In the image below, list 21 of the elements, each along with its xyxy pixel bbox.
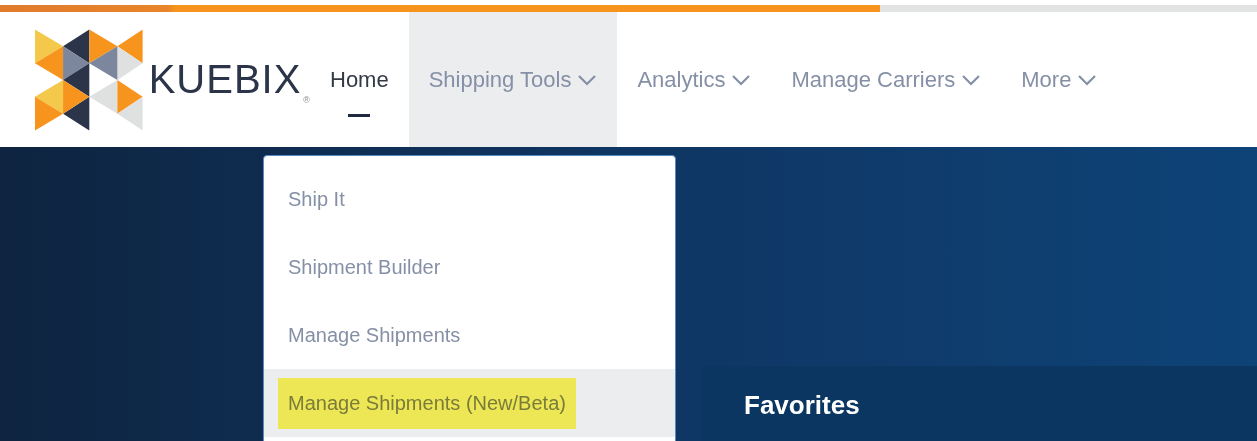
chevron-down-icon <box>961 73 982 86</box>
chevron-down-icon <box>1077 73 1098 86</box>
menu-item[interactable]: Manage Shipments <box>264 301 675 369</box>
nav-item[interactable]: More <box>1001 12 1118 147</box>
highlighted-label: Manage Shipments (New/Beta) <box>278 377 576 429</box>
menu-item[interactable]: Shipment Builder <box>264 233 675 301</box>
menu-item[interactable]: Ship It <box>264 165 675 233</box>
menu-label: Ship It <box>288 187 345 211</box>
active-underline <box>348 114 371 117</box>
nav-item[interactable]: Manage Carriers <box>771 12 1002 147</box>
registered-mark: ® <box>303 95 310 105</box>
chevron-down-icon <box>731 73 752 86</box>
nav-item[interactable]: Analytics <box>617 12 772 147</box>
logo-text: KUEBIX <box>148 57 302 102</box>
chevron-down-icon <box>577 73 598 86</box>
menu-label: Shipment Builder <box>288 255 441 279</box>
nav-item[interactable]: Home <box>310 12 409 147</box>
favorites-title: Favorites <box>744 390 860 421</box>
nav-item[interactable]: Shipping Tools <box>408 12 618 147</box>
menu-item[interactable]: Manage Shipments (New/Beta) <box>264 369 675 437</box>
menu-label: Manage Shipments <box>288 323 461 347</box>
